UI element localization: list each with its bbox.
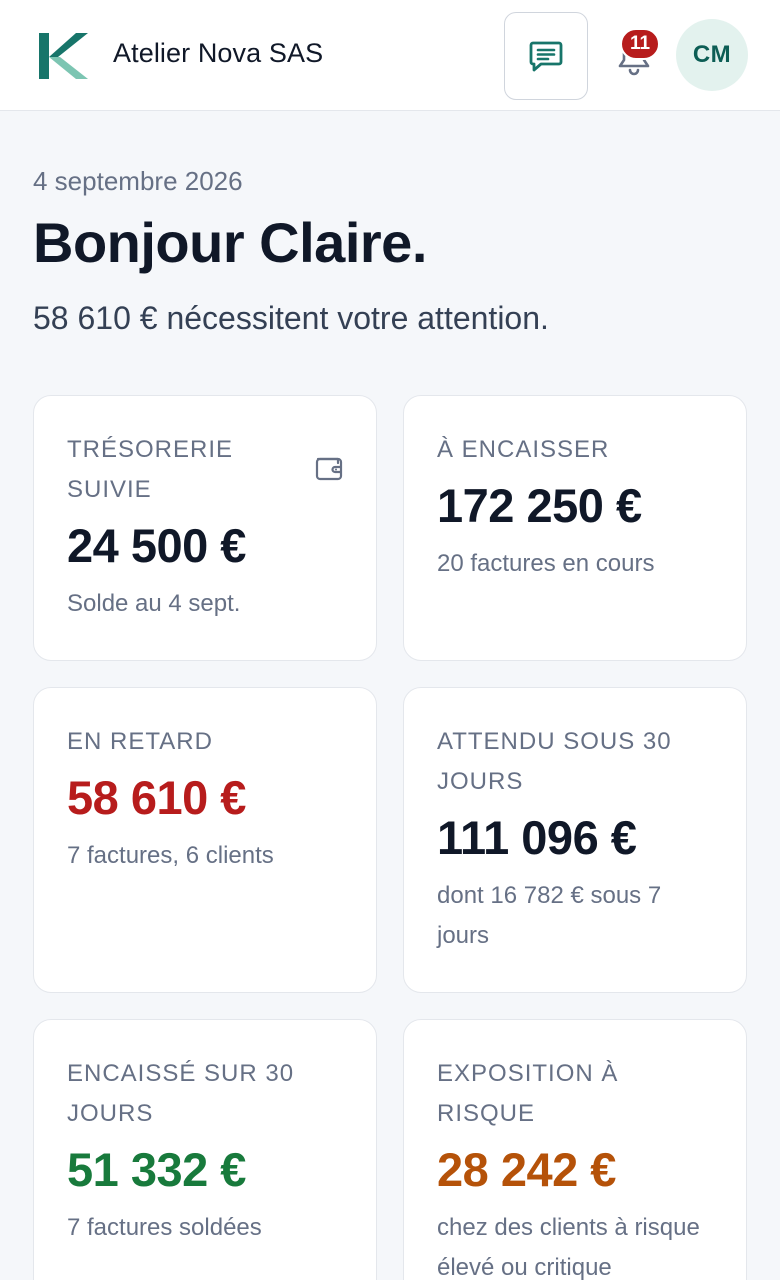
card-subtitle: Solde au 4 sept. [67,590,241,617]
wallet-icon [315,457,343,481]
card-subtitle: 7 factures soldées [67,1214,262,1241]
current-date: 4 septembre 2026 [33,166,243,196]
company-logo-icon[interactable] [36,30,90,82]
card-value: 172 250 € [437,479,642,532]
card-encaisse-30-jours[interactable]: ENCAISSÉ SUR 30 JOURS 51 332 € 7 facture… [33,1019,377,1280]
top-bar: Atelier Nova SAS 11 CM [0,0,780,111]
card-en-retard[interactable]: EN RETARD 58 610 € 7 factures, 6 clients [33,687,377,993]
attention-summary: 58 610 € nécessitent votre attention. [33,300,549,336]
card-subtitle: dont 16 782 € sous 7 jours [437,882,662,949]
page-title: Bonjour Claire. [33,211,427,274]
card-a-encaisser[interactable]: À ENCAISSER 172 250 € 20 factures en cou… [403,395,747,661]
card-subtitle: 7 factures, 6 clients [67,842,274,869]
card-label: À ENCAISSER [437,436,610,463]
card-value: 111 096 € [437,811,637,864]
company-name: Atelier Nova SAS [113,38,324,68]
card-value: 58 610 € [67,771,246,824]
card-subtitle: 20 factures en cours [437,550,655,577]
user-avatar[interactable]: CM [676,19,748,91]
card-label: TRÉSORERIE SUIVIE [67,436,234,503]
card-label: ATTENDU SOUS 30 JOURS [437,728,672,795]
card-tresorerie[interactable]: TRÉSORERIE SUIVIE 24 500 € Solde au 4 se… [33,395,377,661]
card-label: EXPOSITION À RISQUE [437,1060,619,1127]
notification-badge: 11 [620,28,660,60]
card-attendu-30-jours[interactable]: ATTENDU SOUS 30 JOURS 111 096 € dont 16 … [403,687,747,993]
messages-button[interactable] [504,12,588,100]
card-value: 28 242 € [437,1143,616,1196]
card-label: EN RETARD [67,728,213,755]
card-value: 51 332 € [67,1143,246,1196]
card-subtitle: chez des clients à risque élevé ou criti… [437,1214,700,1280]
card-label: ENCAISSÉ SUR 30 JOURS [67,1060,295,1127]
chat-icon [529,41,563,72]
card-exposition-risque[interactable]: EXPOSITION À RISQUE 28 242 € chez des cl… [403,1019,747,1280]
card-value: 24 500 € [67,519,246,572]
